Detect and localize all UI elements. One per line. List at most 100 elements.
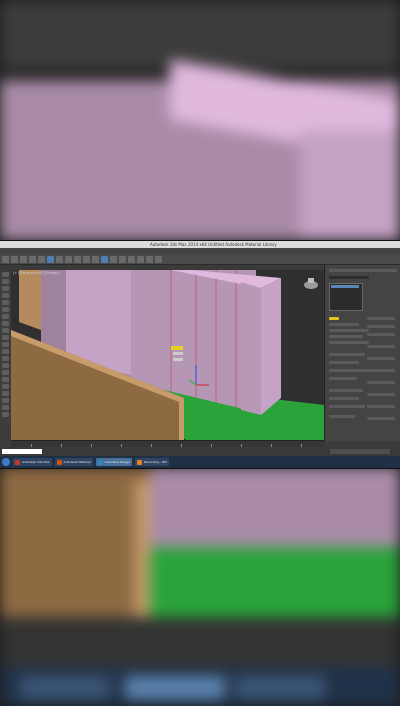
select-region-icon[interactable] [47, 255, 54, 263]
app-icon [15, 459, 20, 465]
tool-icon[interactable] [2, 377, 9, 382]
param-row[interactable] [329, 323, 359, 326]
tool-icon[interactable] [2, 307, 9, 312]
bg-task-3 [235, 676, 325, 700]
panel-tab-row[interactable] [329, 269, 397, 272]
material-editor-icon[interactable] [137, 255, 144, 263]
param-row[interactable] [329, 335, 363, 338]
command-panel [324, 265, 400, 441]
tool-icon[interactable] [2, 293, 9, 298]
select-icon[interactable] [38, 255, 45, 263]
scene-render [11, 270, 324, 440]
window-title: Autodesk 3ds Max 2014 x64 Untitled Autod… [150, 242, 277, 247]
wood-board-end [179, 398, 184, 440]
app-icon [56, 459, 62, 465]
param-row[interactable] [329, 369, 367, 372]
param-row[interactable] [329, 377, 357, 380]
app-window: Autodesk 3ds Max 2014 x64 Untitled Autod… [0, 240, 400, 469]
undo-icon[interactable] [2, 255, 9, 263]
modifier-stack-selected[interactable] [331, 285, 359, 288]
taskbar-item-label: Autodesk Material [63, 460, 91, 464]
gizmo-panel [173, 352, 183, 355]
box-front [241, 282, 261, 415]
tool-icon[interactable] [2, 405, 9, 410]
angle-snap-icon[interactable] [92, 255, 99, 263]
status-bar [0, 447, 400, 456]
param-row[interactable] [329, 397, 359, 400]
tool-icon[interactable] [2, 384, 9, 389]
app-icon [137, 459, 143, 465]
mirror-icon[interactable] [101, 255, 108, 263]
param-row[interactable] [329, 405, 365, 408]
tool-icon[interactable] [2, 412, 9, 417]
app-icon [97, 459, 103, 465]
param-row-right[interactable] [367, 317, 395, 320]
viewcube-top[interactable] [308, 278, 314, 283]
taskbar-item[interactable]: Autodesk Material [54, 458, 93, 466]
param-row-right[interactable] [367, 393, 395, 396]
tool-icon[interactable] [2, 398, 9, 403]
tool-icon[interactable] [2, 391, 9, 396]
param-row-right[interactable] [367, 345, 395, 348]
playback-controls[interactable] [330, 449, 390, 454]
perspective-viewport[interactable]: [+] [Perspective] [Shaded] [11, 270, 324, 440]
snap-icon[interactable] [83, 255, 90, 263]
main-toolbar [0, 254, 400, 265]
taskbar-item[interactable]: Autodesk 3ds Max [13, 458, 52, 466]
scale-icon[interactable] [74, 255, 81, 263]
param-row-right[interactable] [367, 405, 395, 408]
param-row-right[interactable] [367, 357, 395, 360]
tool-icon[interactable] [2, 279, 9, 284]
param-row-right[interactable] [367, 381, 395, 384]
gizmo-panel [171, 346, 183, 350]
tool-icon[interactable] [2, 349, 9, 354]
param-row-right[interactable] [367, 417, 395, 420]
rotate-icon[interactable] [65, 255, 72, 263]
taskbar-item-active[interactable]: Autodesk Design [95, 458, 133, 466]
bg-wood-board [0, 467, 150, 617]
tool-icon[interactable] [2, 272, 9, 277]
wood-post [19, 270, 41, 330]
tool-icon[interactable] [2, 342, 9, 347]
link-icon[interactable] [20, 255, 27, 263]
object-name-field[interactable] [329, 276, 369, 279]
param-row[interactable] [329, 353, 365, 356]
tool-icon[interactable] [2, 300, 9, 305]
taskbar-item[interactable]: Recording - RM [135, 458, 169, 466]
param-row[interactable] [329, 361, 359, 364]
taskbar-item-label: Autodesk Design [104, 460, 131, 464]
tool-icon[interactable] [2, 314, 9, 319]
param-row-right[interactable] [367, 325, 395, 328]
redo-icon[interactable] [11, 255, 18, 263]
tool-icon[interactable] [2, 363, 9, 368]
curve-editor-icon[interactable] [128, 255, 135, 263]
maxscript-listener[interactable] [2, 449, 42, 454]
render-setup-icon[interactable] [146, 255, 153, 263]
bg-wall-side [300, 130, 400, 240]
move-icon[interactable] [56, 255, 63, 263]
taskbar-item-label: Recording - RM [144, 460, 167, 464]
start-button[interactable] [2, 458, 10, 466]
windows-taskbar: Autodesk 3ds Max Autodesk Material Autod… [0, 456, 400, 468]
viewport-label[interactable]: [+] [Perspective] [Shaded] [13, 271, 60, 275]
param-row[interactable] [329, 389, 363, 392]
param-row[interactable] [329, 317, 339, 320]
modifier-stack[interactable] [329, 283, 363, 311]
render-icon[interactable] [155, 255, 162, 263]
param-row[interactable] [329, 415, 355, 418]
tool-icon[interactable] [2, 328, 9, 333]
align-icon[interactable] [110, 255, 117, 263]
tool-icon[interactable] [2, 370, 9, 375]
param-row[interactable] [329, 341, 369, 344]
bg-task-2 [125, 676, 225, 700]
tool-icon[interactable] [2, 321, 9, 326]
tool-icon[interactable] [2, 286, 9, 291]
param-row[interactable] [329, 329, 369, 332]
tool-icon[interactable] [2, 335, 9, 340]
param-row-right[interactable] [367, 369, 395, 372]
param-row-right[interactable] [367, 333, 395, 336]
bg-wall-lower [150, 467, 400, 547]
unlink-icon[interactable] [29, 255, 36, 263]
tool-icon[interactable] [2, 356, 9, 361]
layer-icon[interactable] [119, 255, 126, 263]
